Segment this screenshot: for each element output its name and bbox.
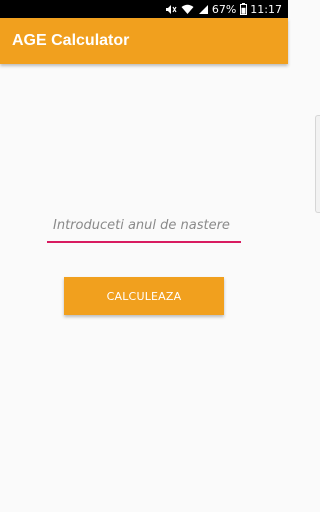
- battery-percent: 67%: [211, 2, 237, 16]
- wifi-icon: [181, 4, 194, 15]
- edge-panel-handle[interactable]: [315, 115, 320, 213]
- birth-year-field: [47, 213, 241, 243]
- signal-icon: [198, 4, 209, 15]
- app-bar: AGE Calculator: [0, 18, 288, 64]
- birth-year-input[interactable]: [47, 213, 241, 241]
- status-bar: 67% 11:17: [0, 0, 288, 18]
- calculate-button[interactable]: CALCULEAZA: [64, 277, 224, 315]
- mute-icon: [165, 4, 177, 15]
- app-title: AGE Calculator: [12, 32, 130, 49]
- battery-icon: [240, 3, 248, 15]
- clock: 11:17: [250, 2, 282, 16]
